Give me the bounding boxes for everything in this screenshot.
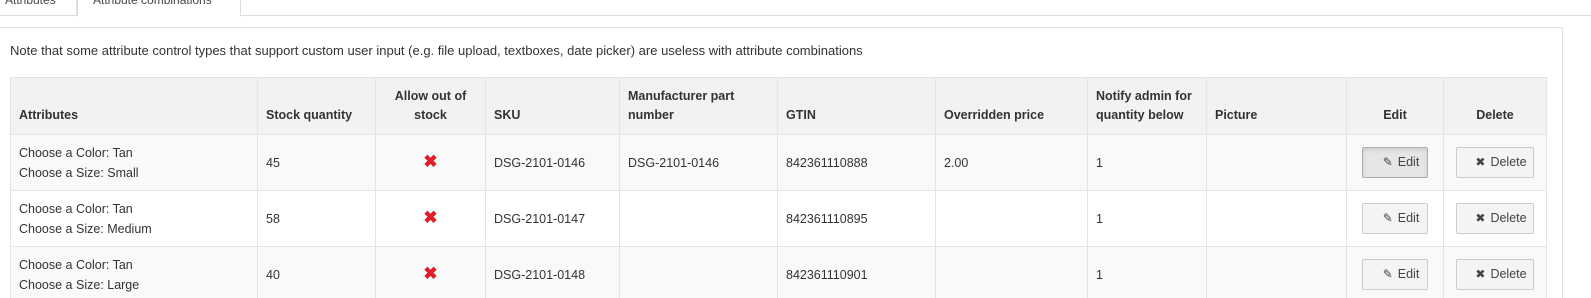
mpn-cell — [619, 190, 778, 247]
header-manufacturer-part-number[interactable]: Manufacturer part number — [619, 77, 778, 135]
stock-quantity-cell: 58 — [257, 190, 376, 247]
header-stock-quantity[interactable]: Stock quantity — [257, 77, 376, 135]
pencil-icon: ✎ — [1382, 155, 1393, 169]
pencil-icon: ✎ — [1382, 267, 1393, 281]
header-gtin[interactable]: GTIN — [777, 77, 936, 135]
overridden-price-cell — [935, 246, 1088, 298]
overridden-price-cell — [935, 190, 1088, 247]
delete-cell: ✖ Delete — [1443, 134, 1547, 191]
red-x-icon: ✖ — [423, 207, 438, 227]
picture-cell — [1206, 134, 1347, 191]
note-text: Note that some attribute control types t… — [10, 43, 863, 58]
sku-cell: DSG-2101-0147 — [485, 190, 620, 247]
stock-quantity-cell: 40 — [257, 246, 376, 298]
table-header-row: Attributes Stock quantity Allow out of st… — [10, 77, 1547, 135]
edit-button[interactable]: ✎ Edit — [1362, 203, 1428, 234]
delete-button[interactable]: ✖ Delete — [1456, 147, 1534, 178]
table-row: Choose a Color: Tan Choose a Size: Large … — [10, 246, 1547, 298]
header-edit: Edit — [1346, 77, 1444, 135]
notify-admin-cell: 1 — [1087, 246, 1207, 298]
allow-out-of-stock-cell: ✖ — [375, 134, 486, 191]
stock-quantity-cell: 45 — [257, 134, 376, 191]
delete-cell: ✖ Delete — [1443, 190, 1547, 247]
delete-cell: ✖ Delete — [1443, 246, 1547, 298]
gtin-cell: 842361110901 — [777, 246, 936, 298]
tab-bar: Attributes Attribute combinations — [0, 0, 1591, 17]
table-row: Choose a Color: Tan Choose a Size: Medium… — [10, 190, 1547, 247]
overridden-price-cell: 2.00 — [935, 134, 1088, 191]
attributes-cell: Choose a Color: Tan Choose a Size: Large — [10, 246, 258, 298]
red-x-icon: ✖ — [423, 151, 438, 171]
delete-button[interactable]: ✖ Delete — [1456, 259, 1534, 290]
pencil-icon: ✎ — [1382, 211, 1393, 225]
attributes-cell: Choose a Color: Tan Choose a Size: Medium — [10, 190, 258, 247]
table-row: Choose a Color: Tan Choose a Size: Small … — [10, 134, 1547, 191]
gtin-cell: 842361110888 — [777, 134, 936, 191]
tab-attributes[interactable]: Attributes — [0, 0, 77, 16]
picture-cell — [1206, 246, 1347, 298]
allow-out-of-stock-cell: ✖ — [375, 246, 486, 298]
header-attributes[interactable]: Attributes — [10, 77, 258, 135]
times-icon: ✖ — [1475, 267, 1486, 281]
edit-cell: ✎ Edit — [1346, 246, 1444, 298]
attributes-cell: Choose a Color: Tan Choose a Size: Small — [10, 134, 258, 191]
picture-cell — [1206, 190, 1347, 247]
attribute-combinations-table: Attributes Stock quantity Allow out of st… — [10, 77, 1547, 298]
notify-admin-cell: 1 — [1087, 190, 1207, 247]
gtin-cell: 842361110895 — [777, 190, 936, 247]
edit-cell: ✎ Edit — [1346, 134, 1444, 191]
edit-button[interactable]: ✎ Edit — [1362, 259, 1428, 290]
allow-out-of-stock-cell: ✖ — [375, 190, 486, 247]
header-notify-admin[interactable]: Notify admin for quantity below — [1087, 77, 1207, 135]
sku-cell: DSG-2101-0148 — [485, 246, 620, 298]
sku-cell: DSG-2101-0146 — [485, 134, 620, 191]
mpn-cell — [619, 246, 778, 298]
times-icon: ✖ — [1475, 211, 1486, 225]
tab-attribute-combinations[interactable]: Attribute combinations — [77, 0, 241, 17]
times-icon: ✖ — [1475, 155, 1486, 169]
notify-admin-cell: 1 — [1087, 134, 1207, 191]
header-sku[interactable]: SKU — [485, 77, 620, 135]
red-x-icon: ✖ — [423, 263, 438, 283]
edit-button[interactable]: ✎ Edit — [1362, 147, 1428, 178]
header-overridden-price[interactable]: Overridden price — [935, 77, 1088, 135]
header-allow-out-of-stock[interactable]: Allow out of stock — [375, 77, 486, 135]
edit-cell: ✎ Edit — [1346, 190, 1444, 247]
mpn-cell: DSG-2101-0146 — [619, 134, 778, 191]
header-delete: Delete — [1443, 77, 1547, 135]
header-picture[interactable]: Picture — [1206, 77, 1347, 135]
delete-button[interactable]: ✖ Delete — [1456, 203, 1534, 234]
